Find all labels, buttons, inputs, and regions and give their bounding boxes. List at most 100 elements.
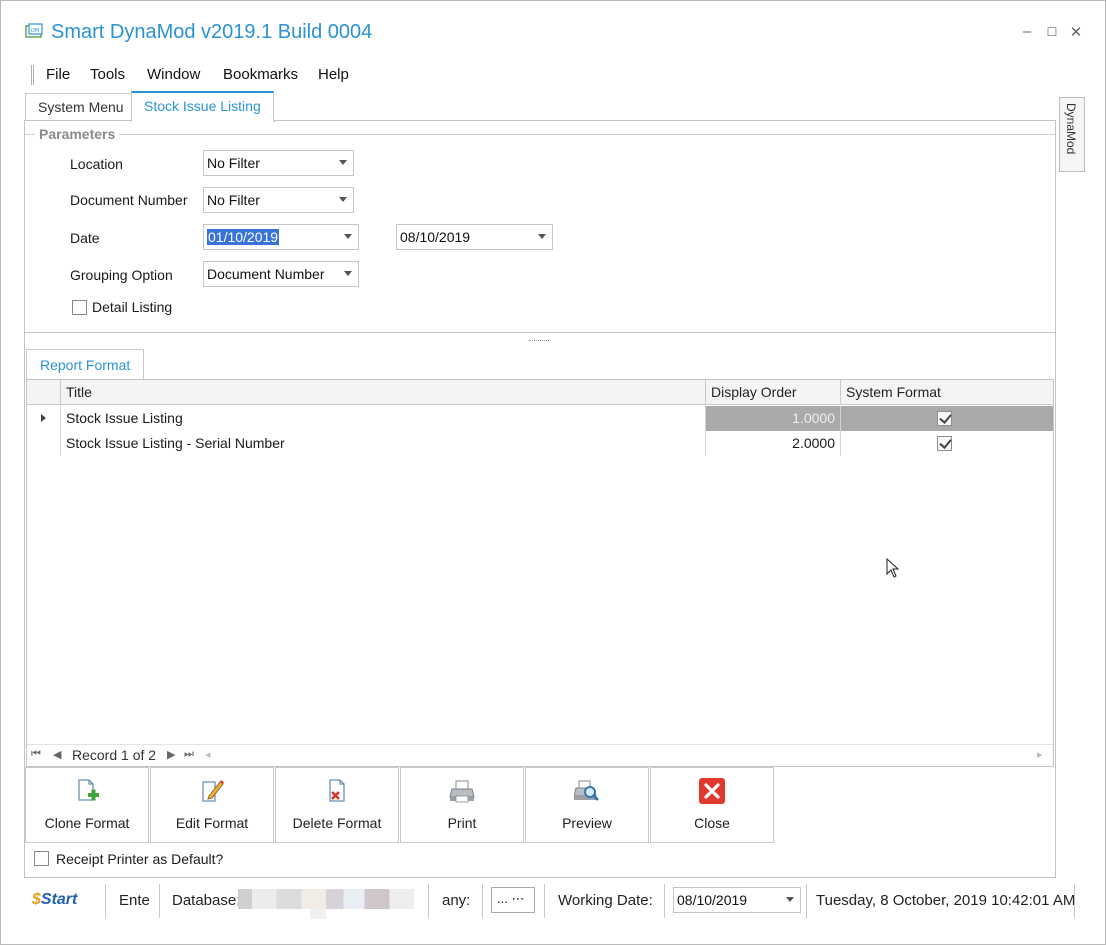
status-database-label: Database: [172,892,241,909]
delete-format-button[interactable]: Delete Format [275,767,399,843]
side-tab-label: DynaMod [1064,103,1078,155]
chevron-down-icon [344,234,352,239]
status-datetime: Tuesday, 8 October, 2019 10:42:01 AM [816,892,1076,909]
date-from-value: 01/10/2019 [207,229,280,245]
row-indicator [27,406,60,431]
minimize-button[interactable]: – [1018,23,1036,40]
close-label: Close [694,815,730,831]
clone-format-button[interactable]: Clone Format [25,767,149,843]
document-number-value: No Filter [207,192,260,208]
menu-window[interactable]: Window [147,66,200,83]
receipt-printer-checkbox[interactable] [34,851,49,866]
print-button[interactable]: Print [400,767,524,843]
company-selector-button[interactable]: ... ⋯ [491,887,535,913]
status-separator [664,884,665,918]
status-separator [1074,884,1075,918]
close-window-button[interactable]: ✕ [1067,23,1085,41]
company-selector-label: ... ⋯ [497,891,525,906]
edit-format-label: Edit Format [175,815,249,831]
grouping-option-value: Document Number [207,266,325,282]
table-row-1-system-format[interactable] [840,406,1053,431]
printer-icon [449,780,475,803]
menu-help[interactable]: Help [318,66,349,83]
document-number-dropdown[interactable]: No Filter [203,187,354,213]
column-header-system-format[interactable]: System Format [840,380,1053,405]
delete-format-label: Delete Format [292,815,382,831]
status-separator [159,884,160,918]
menu-file[interactable]: File [46,66,70,83]
date-from-picker[interactable]: 01/10/2019 [203,224,359,250]
chevron-down-icon [786,897,794,902]
clone-format-label: Clone Format [44,815,130,831]
column-header-display-order[interactable]: Display Order [705,380,840,405]
start-logo-icon: $ [32,891,41,908]
location-label: Location [70,156,123,172]
mouse-cursor-icon [886,558,900,578]
date-to-picker[interactable]: 08/10/2019 [396,224,553,250]
app-window: DM Smart DynaMod v2019.1 Build 0004 – ☐ … [0,0,1106,945]
preview-icon [574,780,599,801]
side-tab-dynamod[interactable]: DynaMod [1059,97,1085,172]
close-button[interactable]: Close [650,767,774,843]
grouping-option-label: Grouping Option [70,267,173,283]
chevron-down-icon [339,197,347,202]
first-record-icon[interactable]: ⏮ [31,748,41,761]
preview-label: Preview [562,815,612,831]
chevron-down-icon [538,234,546,239]
status-ente: Ente [119,892,150,909]
chevron-down-icon [344,271,352,276]
menu-bookmarks[interactable]: Bookmarks [223,66,298,83]
status-separator [428,884,429,918]
receipt-printer-label: Receipt Printer as Default? [56,851,224,867]
document-number-label: Document Number [70,192,188,208]
grouping-option-dropdown[interactable]: Document Number [203,261,359,287]
detail-listing-checkbox[interactable] [72,300,87,315]
date-label: Date [70,230,100,246]
parameters-title: Parameters [35,126,120,142]
tab-report-format[interactable]: Report Format [26,349,145,379]
database-name-redacted [238,889,414,909]
table-row-2-title[interactable]: Stock Issue Listing - Serial Number [60,431,706,456]
checked-checkbox-icon [937,411,952,426]
last-record-icon[interactable]: ⏭ [184,748,194,761]
menu-grip [31,65,34,85]
status-separator [806,884,807,918]
status-separator [105,884,106,918]
record-count: Record 1 of 2 [72,747,157,763]
table-row-1-title[interactable]: Stock Issue Listing [60,406,706,431]
working-date-picker[interactable]: 08/10/2019 [673,887,801,913]
start-logo-text: Start [40,891,78,908]
detail-listing-label: Detail Listing [92,299,173,315]
working-date-value: 08/10/2019 [677,892,748,908]
status-logo: $Start [32,891,77,909]
clone-format-icon [78,779,99,801]
column-header-title[interactable]: Title [60,380,706,405]
scroll-left-icon[interactable]: ◂ [205,748,211,761]
date-to-value: 08/10/2019 [400,229,471,245]
prev-record-icon[interactable]: ◀ [53,748,61,761]
menu-tools[interactable]: Tools [90,66,125,83]
status-separator [482,884,483,918]
location-value: No Filter [207,155,260,171]
status-separator [544,884,545,918]
close-icon [699,778,725,804]
tab-system-menu[interactable]: System Menu [25,93,137,121]
tab-stock-issue-listing[interactable]: Stock Issue Listing [131,91,274,122]
maximize-button[interactable]: ☐ [1043,25,1061,39]
working-date-label: Working Date: [558,892,653,909]
table-row-2-display-order[interactable]: 2.0000 [705,431,840,456]
svg-text:DM: DM [31,28,39,34]
table-row-1-display-order[interactable]: 1.0000 [705,406,840,431]
preview-button[interactable]: Preview [525,767,649,843]
chevron-down-icon [339,160,347,165]
splitter-handle[interactable] [529,340,549,342]
next-record-icon[interactable]: ▶ [167,748,175,761]
record-navigator: ⏮ ◀ Record 1 of 2 ▶ ⏭ ◂ ▸ [27,744,1053,766]
status-company-label: any: [442,892,471,909]
print-label: Print [447,815,477,831]
location-dropdown[interactable]: No Filter [203,150,354,176]
scroll-right-icon[interactable]: ▸ [1037,748,1043,761]
edit-format-button[interactable]: Edit Format [150,767,274,843]
edit-format-icon [202,780,224,802]
table-row-2-system-format[interactable] [840,431,1053,456]
